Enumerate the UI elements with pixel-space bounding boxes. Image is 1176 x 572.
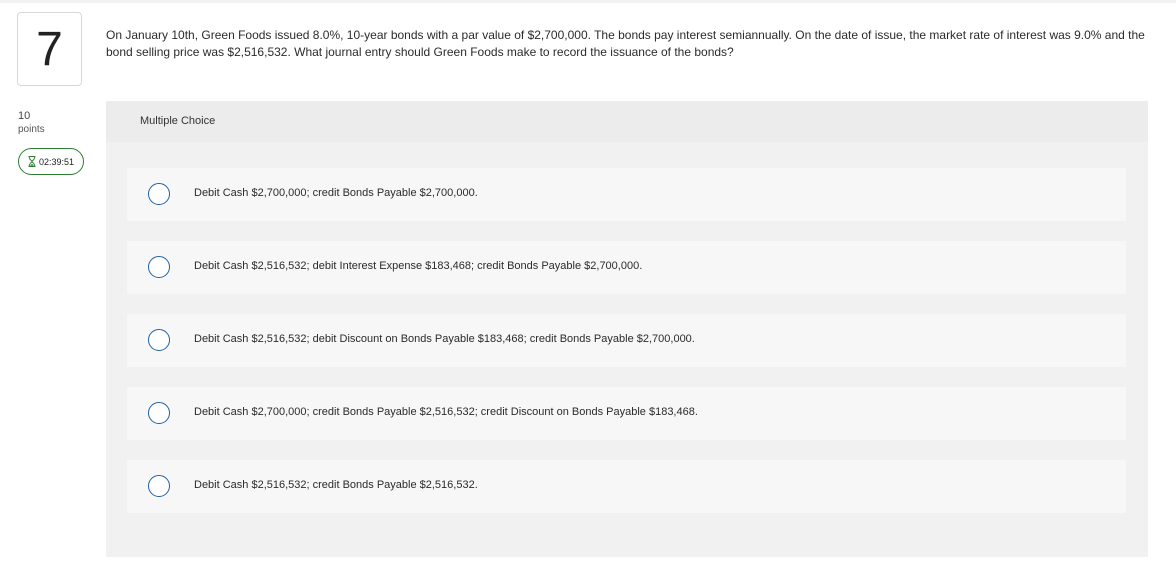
points-label: points bbox=[18, 124, 45, 135]
top-divider bbox=[0, 0, 1176, 3]
choice-header: Multiple Choice bbox=[106, 101, 1148, 142]
choice-option[interactable]: Debit Cash $2,516,532; debit Discount on… bbox=[127, 314, 1126, 367]
points-value: 10 bbox=[18, 110, 31, 122]
question-text: On January 10th, Green Foods issued 8.0%… bbox=[106, 28, 1145, 59]
multiple-choice-panel: Multiple Choice Debit Cash $2,700,000; c… bbox=[106, 101, 1148, 557]
choice-option[interactable]: Debit Cash $2,516,532; debit Interest Ex… bbox=[127, 241, 1126, 294]
radio-unselected-icon[interactable] bbox=[148, 329, 170, 351]
choice-option[interactable]: Debit Cash $2,700,000; credit Bonds Paya… bbox=[127, 168, 1126, 221]
radio-unselected-icon[interactable] bbox=[148, 256, 170, 278]
choice-option-label: Debit Cash $2,516,532; debit Discount on… bbox=[194, 333, 695, 345]
choice-option-label: Debit Cash $2,516,532; debit Interest Ex… bbox=[194, 260, 643, 272]
radio-unselected-icon[interactable] bbox=[148, 475, 170, 497]
choice-option-label: Debit Cash $2,700,000; credit Bonds Paya… bbox=[194, 187, 478, 199]
timer-value: 02:39:51 bbox=[38, 156, 75, 167]
choice-option-label: Debit Cash $2,700,000; credit Bonds Paya… bbox=[194, 406, 698, 418]
radio-unselected-icon[interactable] bbox=[148, 402, 170, 424]
hourglass-icon bbox=[28, 156, 36, 167]
choice-option[interactable]: Debit Cash $2,516,532; credit Bonds Paya… bbox=[127, 460, 1126, 513]
timer-badge[interactable]: 02:39:51 bbox=[18, 148, 84, 175]
question-number: 7 bbox=[17, 12, 82, 86]
choice-option-label: Debit Cash $2,516,532; credit Bonds Paya… bbox=[194, 479, 478, 491]
choice-header-label: Multiple Choice bbox=[140, 115, 216, 127]
radio-unselected-icon[interactable] bbox=[148, 183, 170, 205]
choice-option[interactable]: Debit Cash $2,700,000; credit Bonds Paya… bbox=[127, 387, 1126, 440]
